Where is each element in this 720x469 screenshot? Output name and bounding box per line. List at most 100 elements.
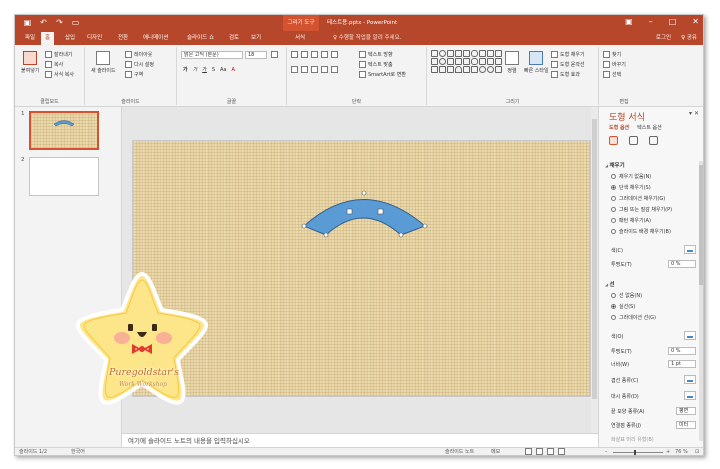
decrease-indent-icon[interactable] xyxy=(311,51,318,58)
tab-transitions[interactable]: 전환 xyxy=(114,32,132,45)
chevron-icon[interactable] xyxy=(431,66,438,73)
sun-icon[interactable] xyxy=(479,66,486,73)
line-transparency-input[interactable]: 0 % xyxy=(668,347,696,355)
cut-button[interactable]: 잘라내기 xyxy=(45,51,72,58)
select-button[interactable]: 선택 xyxy=(603,71,621,78)
slideshow-view-icon[interactable] xyxy=(558,448,565,455)
plus-icon[interactable] xyxy=(439,66,446,73)
bullets-icon[interactable] xyxy=(291,51,298,58)
login-link[interactable]: 로그인 xyxy=(656,32,671,45)
frame-icon[interactable] xyxy=(463,66,470,73)
notes-pane[interactable]: 여기에 슬라이드 노트의 내용을 입력하십시오 xyxy=(122,433,598,447)
fill-none-radio[interactable]: 채우기 없음(N) xyxy=(611,173,651,180)
scrollbar-thumb[interactable] xyxy=(592,119,597,399)
maximize-icon[interactable]: □ xyxy=(669,17,677,26)
columns-icon[interactable] xyxy=(331,66,338,73)
find-button[interactable]: 찾기 xyxy=(603,51,621,58)
line-solid-radio[interactable]: 실선(S) xyxy=(611,303,635,310)
align-text-button[interactable]: 텍스트 맞춤 xyxy=(359,61,393,68)
align-center-icon[interactable] xyxy=(301,66,308,73)
callout-icon[interactable] xyxy=(487,50,494,57)
tab-design[interactable]: 디자인 xyxy=(83,32,106,45)
line-section-header[interactable]: 선 xyxy=(605,280,614,288)
font-size-combo[interactable]: 18 xyxy=(245,51,267,59)
star-icon[interactable] xyxy=(479,50,486,57)
tab-insert[interactable]: 삽입 xyxy=(61,32,79,45)
circle-icon[interactable] xyxy=(439,58,446,65)
tab-review[interactable]: 검토 xyxy=(225,32,243,45)
fill-line-icon[interactable] xyxy=(609,136,618,145)
line-gradient-radio[interactable]: 그라데이션 선(G) xyxy=(611,314,656,321)
fill-gradient-radio[interactable]: 그라데이션 채우기(G) xyxy=(611,195,665,202)
compound-type-button[interactable] xyxy=(684,375,696,384)
underline-button[interactable]: 가 xyxy=(202,66,207,73)
copy-button[interactable]: 복사 xyxy=(45,61,63,68)
size-properties-icon[interactable] xyxy=(649,136,658,145)
curve-icon[interactable] xyxy=(447,66,454,73)
format-painter-button[interactable]: 서식 복사 xyxy=(45,71,74,78)
italic-button[interactable]: 가 xyxy=(193,66,198,73)
zoom-level[interactable]: 76 % xyxy=(675,448,688,455)
normal-view-icon[interactable] xyxy=(525,448,532,455)
slide-thumbnail-1[interactable] xyxy=(29,111,99,150)
line-color-button[interactable] xyxy=(684,331,696,340)
shape-fill-button[interactable]: 도형 채우기 xyxy=(551,51,585,58)
tab-slideshow[interactable]: 슬라이드 쇼 xyxy=(183,32,218,45)
arrow-icon[interactable] xyxy=(463,50,470,57)
cube-icon[interactable] xyxy=(495,58,502,65)
zoom-slider[interactable] xyxy=(613,452,663,453)
moon-icon[interactable] xyxy=(487,58,494,65)
redo-icon[interactable]: ↷ xyxy=(55,18,64,27)
fit-slide-icon[interactable]: ⊡ xyxy=(695,448,699,455)
pentagon-icon[interactable] xyxy=(431,58,438,65)
comments-toggle[interactable]: 메모 xyxy=(491,448,500,455)
section-button[interactable]: 구역 xyxy=(125,71,143,78)
tab-format[interactable]: 서식 xyxy=(291,32,309,45)
shape-outline-button[interactable]: 도형 윤곽선 xyxy=(551,61,585,68)
undo-icon[interactable]: ↶ xyxy=(39,18,48,27)
dash-type-button[interactable] xyxy=(684,391,696,400)
tell-me-search[interactable]: ♀ 수행할 작업을 알려 주세요. xyxy=(333,32,401,45)
tab-file[interactable]: 파일 xyxy=(21,32,39,45)
fill-picture-radio[interactable]: 그림 또는 질감 채우기(P) xyxy=(611,206,672,213)
tab-home[interactable]: 홈 xyxy=(41,32,55,45)
diamond-icon[interactable] xyxy=(447,58,454,65)
change-case-button[interactable]: Aa xyxy=(220,67,226,73)
brace-icon[interactable] xyxy=(463,58,470,65)
zoom-out-icon[interactable]: – xyxy=(605,448,608,455)
justify-icon[interactable] xyxy=(321,66,328,73)
line-icon[interactable] xyxy=(455,50,462,57)
increase-indent-icon[interactable] xyxy=(321,51,328,58)
fill-transparency-input[interactable]: 0 % xyxy=(668,260,696,268)
oval-icon[interactable] xyxy=(439,50,446,57)
reading-view-icon[interactable] xyxy=(547,448,554,455)
smiley-icon[interactable] xyxy=(487,66,494,73)
tab-animations[interactable]: 애니메이션 xyxy=(139,32,172,45)
zoom-in-icon[interactable]: + xyxy=(666,448,670,455)
shapes-gallery[interactable] xyxy=(431,50,502,73)
grow-font-icon[interactable] xyxy=(271,51,278,58)
arrange-button[interactable]: 정렬 xyxy=(505,51,519,74)
close-pane-icon[interactable]: ▾ ✕ xyxy=(689,110,699,117)
line-none-radio[interactable]: 선 없음(N) xyxy=(611,292,642,299)
cap-type-select[interactable]: 평면 xyxy=(676,407,696,415)
start-icon[interactable]: ▭ xyxy=(71,18,80,27)
pane-scrollbar-thumb[interactable] xyxy=(699,165,703,285)
pane-scrollbar[interactable] xyxy=(699,161,703,441)
rectangle-icon[interactable] xyxy=(431,50,438,57)
can-icon[interactable] xyxy=(471,66,478,73)
fill-color-button[interactable] xyxy=(684,245,696,254)
new-slide-button[interactable]: 새 슬라이드 xyxy=(91,51,116,74)
block-arc-icon[interactable] xyxy=(455,66,462,73)
notes-toggle[interactable]: 슬라이드 노트 xyxy=(445,448,474,455)
close-icon[interactable]: ✕ xyxy=(692,17,699,26)
font-color-icon[interactable]: A xyxy=(232,67,235,73)
fill-solid-radio[interactable]: 단색 채우기(S) xyxy=(611,184,651,191)
save-icon[interactable]: ▣ xyxy=(23,18,32,27)
restore-ribbon-icon[interactable]: ▣ xyxy=(625,17,633,26)
width-input[interactable]: 1 pt xyxy=(668,360,696,368)
zoom-slider-knob[interactable] xyxy=(634,450,636,455)
minimize-icon[interactable]: – xyxy=(649,17,653,26)
effects-pentagon-icon[interactable] xyxy=(629,136,638,145)
smartart-button[interactable]: SmartArt로 변환 xyxy=(359,71,406,78)
